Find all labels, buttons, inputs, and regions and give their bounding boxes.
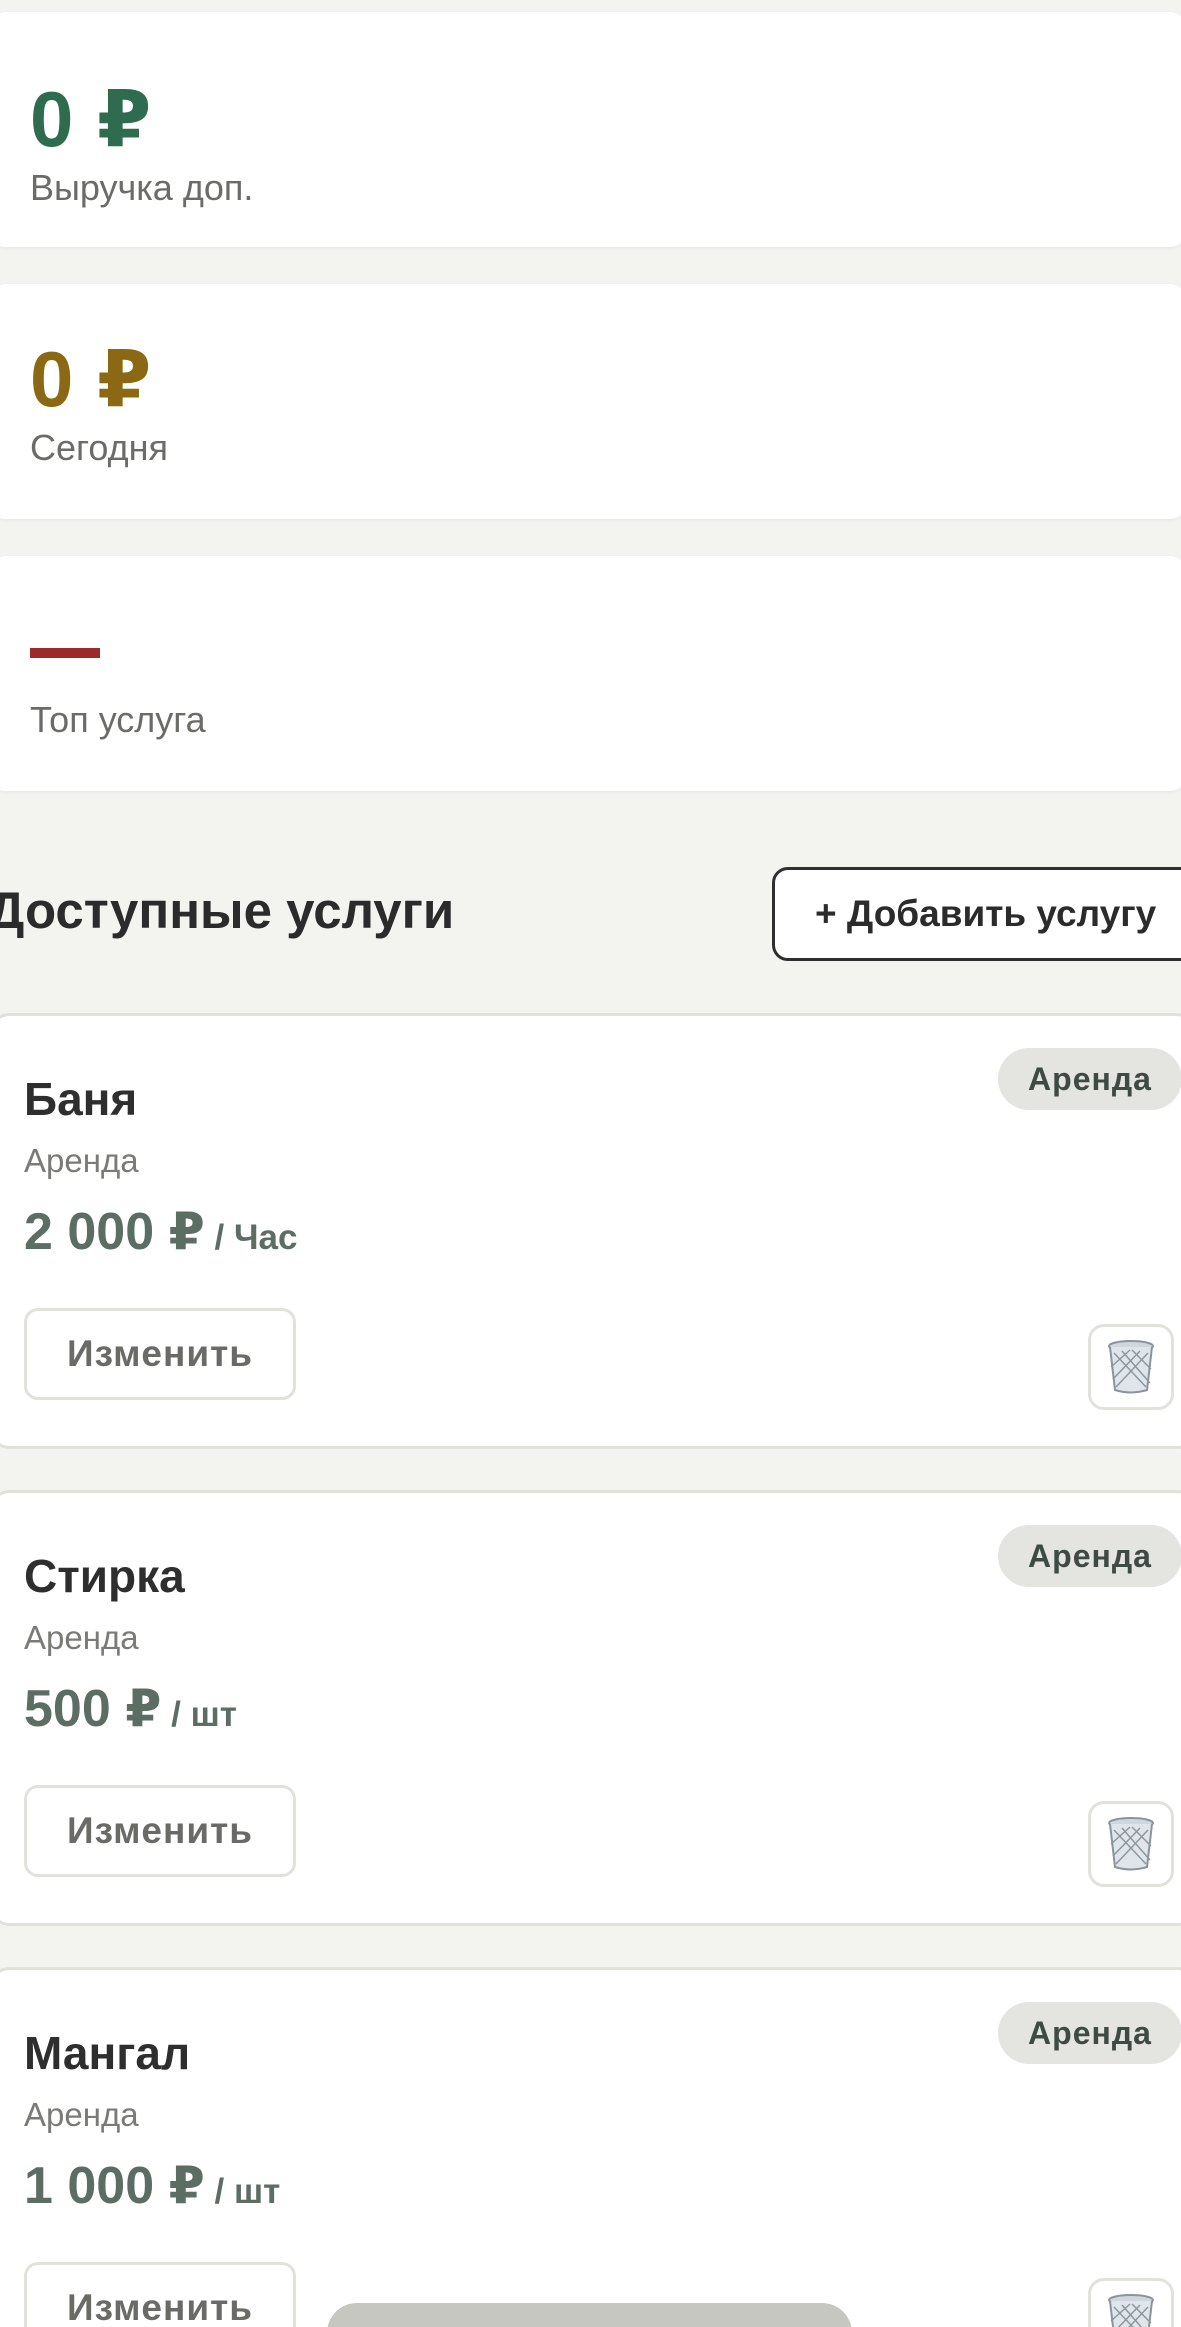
stat-value: 0 ₽ <box>30 75 153 163</box>
service-name: Стирка <box>24 1550 185 1602</box>
floating-bottom-bar[interactable] <box>327 2303 852 2327</box>
service-price: 2 000 ₽ <box>24 1203 205 1261</box>
service-card: Аренда Мангал Аренда 1 000 ₽ / шт Измени… <box>0 1967 1181 2327</box>
service-unit: / Час <box>204 1218 298 1257</box>
empty-value-dash <box>30 648 100 658</box>
section-title: Доступные услуги <box>0 882 455 939</box>
service-category: Аренда <box>24 2096 139 2133</box>
add-service-button[interactable]: + Добавить услугу <box>772 867 1181 961</box>
service-name: Баня <box>24 1073 138 1125</box>
service-card: Аренда Стирка Аренда 500 ₽ / шт Изменить <box>0 1490 1181 1926</box>
service-category: Аренда <box>24 1619 139 1656</box>
delete-button[interactable] <box>1088 1801 1174 1887</box>
service-price: 1 000 ₽ <box>24 2157 205 2215</box>
service-card: Аренда Баня Аренда 2 000 ₽ / Час Изменит… <box>0 1013 1181 1449</box>
stat-label: Топ услуга <box>30 699 206 740</box>
service-unit: / шт <box>204 2172 281 2211</box>
stat-label: Сегодня <box>30 427 168 468</box>
service-price-row: 2 000 ₽ / Час <box>24 1206 297 1258</box>
delete-button[interactable] <box>1088 1324 1174 1410</box>
edit-button[interactable]: Изменить <box>24 1785 296 1877</box>
trash-icon <box>1108 1817 1154 1871</box>
service-price-row: 500 ₽ / шт <box>24 1683 237 1735</box>
stat-card-top-service: Топ услуга <box>0 556 1181 791</box>
trash-icon <box>1108 2294 1154 2327</box>
trash-icon <box>1108 1340 1154 1394</box>
service-name: Мангал <box>24 2027 191 2079</box>
stat-card-today: 0 ₽ Сегодня <box>0 284 1181 519</box>
category-badge: Аренда <box>998 1525 1181 1587</box>
service-price-row: 1 000 ₽ / шт <box>24 2160 280 2212</box>
edit-button[interactable]: Изменить <box>24 2262 296 2327</box>
stat-label: Выручка доп. <box>30 167 254 208</box>
delete-button[interactable] <box>1088 2278 1174 2327</box>
service-unit: / шт <box>161 1695 237 1734</box>
service-price: 500 ₽ <box>24 1680 162 1738</box>
service-category: Аренда <box>24 1142 139 1179</box>
stat-card-extra-revenue: 0 ₽ Выручка доп. <box>0 12 1181 247</box>
category-badge: Аренда <box>998 2002 1181 2064</box>
page: 0 ₽ Выручка доп. 0 ₽ Сегодня Топ услуга … <box>0 0 1181 2327</box>
category-badge: Аренда <box>998 1048 1181 1110</box>
edit-button[interactable]: Изменить <box>24 1308 296 1400</box>
stat-value: 0 ₽ <box>30 335 153 423</box>
